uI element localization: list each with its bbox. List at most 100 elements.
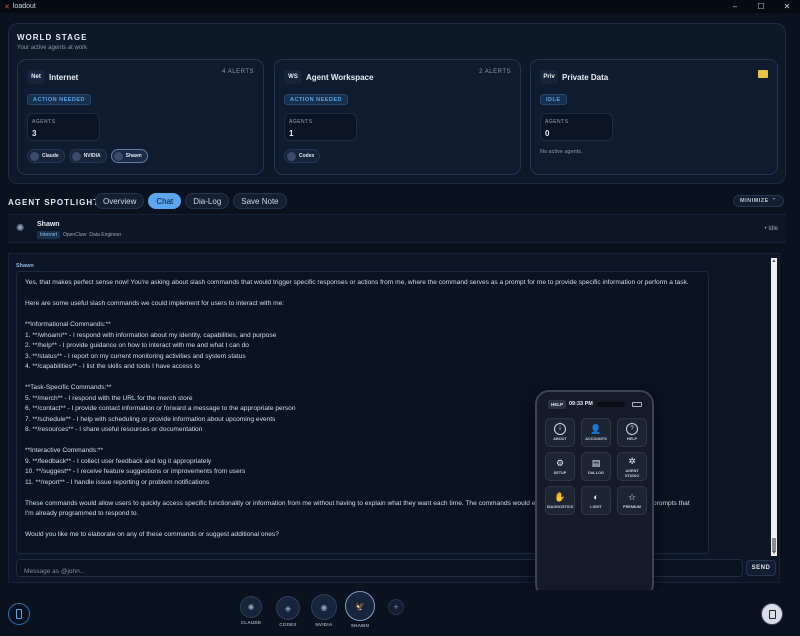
- dock-agent-name: CODEX: [279, 622, 297, 627]
- chat-panel: Shawn Yes, that makes perfect sense now!…: [8, 253, 780, 583]
- document-icon: ▤: [591, 457, 601, 468]
- battery-icon: [632, 402, 642, 407]
- dock-agent-claude[interactable]: ✺ CLAUDE: [240, 596, 262, 625]
- avatar-icon: [71, 151, 81, 161]
- tab-overview[interactable]: Overview: [95, 193, 145, 209]
- zone-card-agent-workspace[interactable]: WS Agent Workspace 2 ALERTS ACTION NEEDE…: [274, 59, 521, 175]
- spotlight-tabs: Overview Chat Dia-Log Save Note: [95, 193, 287, 209]
- agents-label: AGENTS: [32, 119, 56, 125]
- help-icon: ?: [626, 423, 638, 436]
- zone-name: Agent Workspace: [306, 73, 374, 82]
- help-tag[interactable]: HELP: [548, 400, 567, 409]
- agent-zone-tag: Internet: [37, 231, 60, 239]
- minimize-window-button[interactable]: –: [722, 0, 748, 13]
- chevron-up-icon: ⌃: [771, 198, 777, 204]
- dock-agent-name: SHAWN: [350, 623, 370, 628]
- app-label: DIA-LOG: [587, 471, 605, 476]
- app-label: AGENT STUDIO: [624, 469, 640, 478]
- hand-icon: ✋: [554, 491, 566, 502]
- alerts-count: 2 ALERTS: [479, 69, 511, 75]
- window-controls: – ☐ ✕: [722, 0, 800, 13]
- agent-state-label: Idle: [768, 226, 778, 232]
- app-premium[interactable]: ☆ PREMIUM: [617, 486, 647, 515]
- app-light[interactable]: ◐ LIGHT: [581, 486, 611, 515]
- agents-count-box: AGENTS 1: [284, 113, 357, 141]
- alerts-count: 4 ALERTS: [222, 69, 254, 75]
- app-agent-studio[interactable]: ✲ AGENT STUDIO: [617, 452, 647, 481]
- avatar: ✺: [240, 596, 262, 618]
- world-stage-subtitle: Your active agents at work: [17, 45, 88, 51]
- status-badge: IDLE: [540, 94, 567, 105]
- gear-icon: ⚙: [555, 457, 565, 468]
- window-title: loadout: [12, 3, 36, 10]
- zone-card-private-data[interactable]: Priv Private Data IDLE AGENTS 0 No activ…: [530, 59, 778, 175]
- agent-chips: Codex: [284, 149, 321, 163]
- app-help[interactable]: ? HELP: [617, 418, 647, 447]
- tab-chat[interactable]: Chat: [148, 193, 182, 209]
- agents-label: AGENTS: [545, 119, 569, 125]
- agent-chip-label: Claude: [42, 153, 59, 159]
- agent-state: • Idle: [764, 226, 778, 232]
- app-diagnostics[interactable]: ✋ DIAGNOSTICS: [545, 486, 575, 515]
- zone-code-badge: WS: [284, 70, 302, 84]
- zone-code-badge: Priv: [540, 70, 558, 84]
- scroll-up-icon[interactable]: ▲: [771, 258, 777, 264]
- app-dia-log[interactable]: ▤ DIA-LOG: [581, 452, 611, 481]
- no-agents-text: No active agents.: [540, 149, 583, 155]
- send-button[interactable]: SEND: [746, 560, 776, 576]
- dock-agent-name: NVIDIA: [315, 622, 333, 627]
- tab-dia-log[interactable]: Dia-Log: [185, 193, 230, 209]
- agent-header: ✺ Shawn Internet OpenClaw Data Engineer …: [8, 214, 786, 243]
- agents-count: 3: [32, 129, 37, 138]
- tab-save-note[interactable]: Save Note: [233, 193, 287, 209]
- status-badge: ACTION NEEDED: [284, 94, 349, 105]
- maximize-window-button[interactable]: ☐: [748, 0, 774, 13]
- bottom-dock: ✺ CLAUDE ◈ CODEX ◉ NVIDIA 🦅 SHAWN +: [0, 590, 800, 636]
- app-label: SETUP: [553, 471, 567, 476]
- phone-notch: [597, 402, 625, 407]
- agent-spotlight-title: AGENT SPOTLIGHT: [8, 198, 99, 207]
- minimize-label: MINIMIZE: [740, 198, 769, 204]
- add-agent-button[interactable]: +: [388, 599, 404, 615]
- clipboard-button[interactable]: [761, 603, 783, 625]
- user-icon: 👤: [590, 423, 602, 434]
- app-label: PREMIUM: [623, 505, 641, 510]
- avatar-icon: [287, 151, 296, 161]
- close-window-button[interactable]: ✕: [774, 0, 800, 13]
- scroll-down-icon[interactable]: ▼: [771, 550, 777, 556]
- phone-toggle-button[interactable]: [8, 603, 30, 625]
- agents-count: 1: [289, 129, 294, 138]
- dock-agent-nvidia[interactable]: ◉ NVIDIA: [311, 594, 337, 627]
- agent-avatar-icon: ✺: [16, 223, 25, 234]
- avatar-icon: [113, 151, 123, 161]
- phone-app-grid: i ABOUT 👤 ACCOUNTS ? HELP ⚙ SETUP ▤ DIA-LOG ✲…: [545, 418, 647, 515]
- app-label: ABOUT: [553, 437, 567, 442]
- app-logo-icon: ✕: [4, 3, 10, 11]
- minimize-spotlight-button[interactable]: MINIMIZE ⌃: [733, 195, 784, 207]
- agents-count: 0: [545, 129, 550, 138]
- phone-menu: HELP 09:33 PM i ABOUT 👤 ACCOUNTS ? HELP ⚙ SE…: [535, 390, 654, 598]
- avatar-icon: [30, 151, 39, 161]
- cog-icon: ✲: [628, 455, 636, 466]
- zone-card-internet[interactable]: Net Internet 4 ALERTS ACTION NEEDED AGEN…: [17, 59, 264, 175]
- agent-chip-codex[interactable]: Codex: [284, 149, 321, 163]
- agent-tags: Internet OpenClaw Data Engineer: [37, 231, 121, 239]
- app-accounts[interactable]: 👤 ACCOUNTS: [581, 418, 611, 447]
- dock-agent-codex[interactable]: ◈ CODEX: [276, 596, 300, 627]
- agent-chip-nvidia[interactable]: NVIDIA: [68, 149, 107, 163]
- agent-chips: Claude NVIDIA Shawn: [27, 149, 148, 163]
- clipboard-icon: [768, 609, 776, 619]
- dock-agent-name: CLAUDE: [240, 620, 262, 625]
- agent-chip-claude[interactable]: Claude: [27, 149, 65, 163]
- world-stage-title: WORLD STAGE: [17, 33, 88, 42]
- agent-chip-shawn[interactable]: Shawn: [110, 149, 148, 163]
- folder-icon[interactable]: [758, 70, 768, 78]
- agent-platform: OpenClaw: [62, 232, 87, 238]
- app-label: LIGHT: [590, 505, 602, 510]
- phone-icon: [16, 609, 22, 619]
- app-about[interactable]: i ABOUT: [545, 418, 575, 447]
- chat-scrollbar[interactable]: ▲ ▼: [771, 258, 777, 556]
- dock-agent-shawn[interactable]: 🦅 SHAWN: [345, 591, 375, 628]
- app-setup[interactable]: ⚙ SETUP: [545, 452, 575, 481]
- agent-role: Data Engineer: [89, 232, 122, 238]
